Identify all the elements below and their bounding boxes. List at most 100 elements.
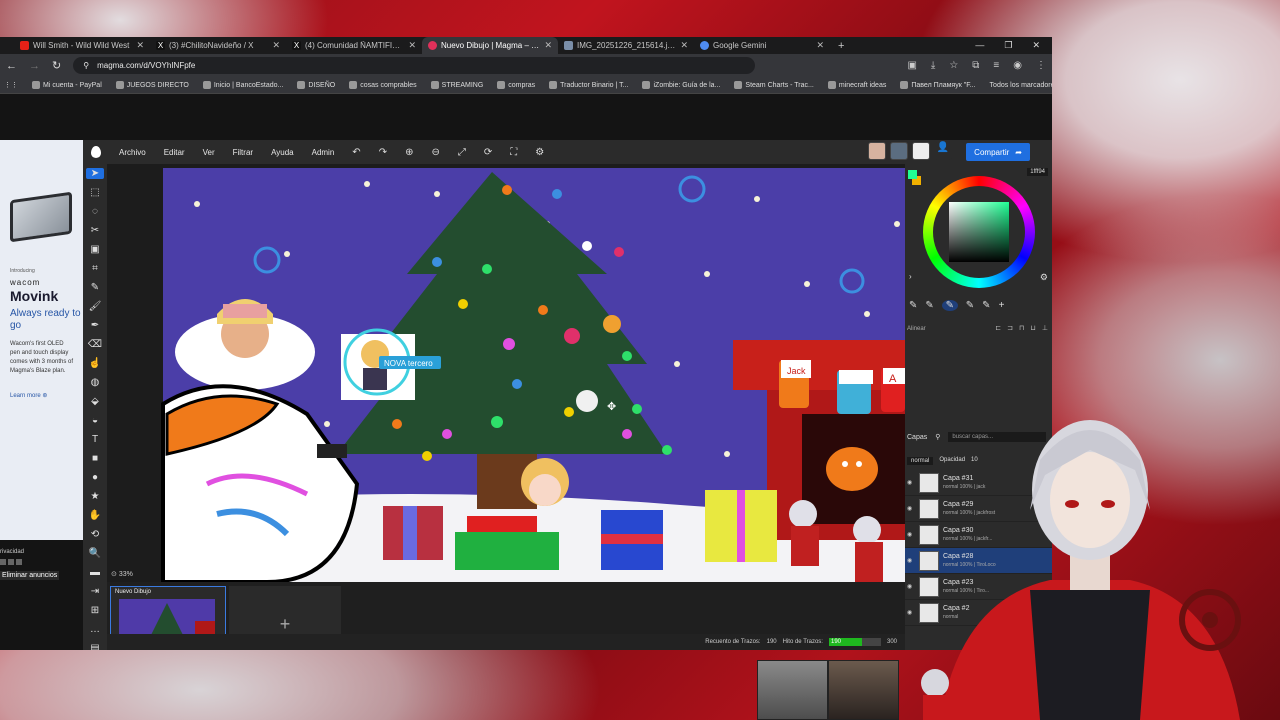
restore-icon[interactable]: ❐: [1004, 40, 1012, 51]
zoom-in-icon[interactable]: ⊕: [405, 147, 413, 158]
bookmark-item[interactable]: Steam Charts - Trac...: [734, 81, 814, 89]
avatar[interactable]: [912, 142, 930, 160]
settings-icon[interactable]: ⚙: [535, 147, 544, 158]
crop-icon[interactable]: ⌗: [92, 263, 98, 274]
bookmark-item[interactable]: Traductor Binario | T...: [549, 81, 628, 89]
align-center-icon[interactable]: ⊐: [1007, 324, 1013, 332]
close-tab-icon[interactable]: ✕: [136, 40, 144, 51]
menu-ver[interactable]: Ver: [203, 148, 215, 157]
undo-icon[interactable]: ↶: [352, 147, 360, 158]
menu-admin[interactable]: Admin: [312, 148, 335, 157]
pencil-icon[interactable]: ✎: [91, 282, 99, 293]
user-icon[interactable]: 👤: [934, 142, 952, 160]
pen-icon[interactable]: ✒: [91, 320, 99, 331]
align-bottom-icon[interactable]: ⊥: [1042, 324, 1048, 332]
select-rect-icon[interactable]: ⬚: [90, 187, 99, 198]
privacy-link[interactable]: rivacidad: [0, 549, 24, 555]
bookmark-item[interactable]: iZombie: Guía de la...: [642, 81, 720, 89]
redo-icon[interactable]: ↷: [379, 147, 387, 158]
brush-preset-icon[interactable]: ✎: [941, 300, 958, 311]
add-brush-icon[interactable]: +: [999, 300, 1005, 311]
close-tab-icon[interactable]: ✕: [408, 40, 416, 51]
circle-icon[interactable]: ●: [92, 472, 98, 483]
browser-tab-active[interactable]: Nuevo Dibujo | Magma – Multi ✕: [422, 37, 558, 54]
browser-tab[interactable]: IMG_20251226_215614.jpg (40 ✕: [558, 37, 694, 54]
menu-ayuda[interactable]: Ayuda: [271, 148, 294, 157]
bookmark-item[interactable]: cosas comprables: [349, 81, 417, 89]
history-icon[interactable]: ⟲: [91, 529, 99, 540]
align-right-icon[interactable]: ⊓: [1019, 324, 1024, 332]
lasso-icon[interactable]: ✂: [91, 225, 99, 236]
zoom-out-icon[interactable]: ⊖: [431, 147, 439, 158]
smudge-icon[interactable]: ☝: [89, 358, 101, 369]
download-icon[interactable]: ⤓: [931, 60, 935, 71]
canvas-artwork[interactable]: Jack A NOVA tercero ✥: [107, 164, 905, 582]
avatar[interactable]: [890, 142, 908, 160]
close-tab-icon[interactable]: ✕: [272, 40, 280, 51]
drawing-canvas[interactable]: Jack A NOVA tercero ✥ ⊙ 33%: [107, 164, 905, 582]
ad-control-icon[interactable]: [16, 559, 22, 565]
fullscreen-icon[interactable]: ⛶: [510, 147, 517, 158]
align-top-icon[interactable]: ⊔: [1030, 324, 1035, 332]
panel-icon[interactable]: ▤: [90, 643, 99, 650]
ad-control-icon[interactable]: [0, 559, 6, 565]
back-icon[interactable]: ←: [6, 60, 17, 72]
zoom-tool-icon[interactable]: 🔍: [89, 548, 101, 559]
bookmark-item[interactable]: STREAMING: [430, 81, 483, 89]
fit-icon[interactable]: ⤢: [458, 147, 466, 158]
remove-ads-button[interactable]: Eliminar anuncios: [0, 571, 60, 580]
bookmark-item[interactable]: minecraft ideas: [827, 81, 886, 89]
eraser-icon[interactable]: ⌫: [88, 339, 102, 350]
brush-preset-icon[interactable]: ✎: [982, 300, 990, 311]
move-tool-icon[interactable]: ➤: [86, 168, 104, 179]
add-frame-icon[interactable]: ⊞: [91, 605, 99, 616]
expand-chevron-icon[interactable]: ›: [909, 272, 912, 281]
color-settings-icon[interactable]: ⚙: [1040, 272, 1048, 283]
ad-learn-more-link[interactable]: Learn more ⊛: [10, 392, 83, 399]
close-tab-icon[interactable]: ✕: [680, 40, 688, 51]
browser-tab[interactable]: Will Smith - Wild Wild West ✕: [14, 37, 150, 54]
brush-preset-icon[interactable]: ✎: [966, 300, 974, 311]
extensions-icon[interactable]: ⧉: [972, 60, 979, 71]
brush-preset-icon[interactable]: ✎: [925, 300, 933, 311]
transform-icon[interactable]: ▣: [90, 244, 99, 255]
star-icon[interactable]: ★: [91, 491, 100, 502]
zoom-indicator[interactable]: ⊙ 33%: [111, 570, 133, 578]
color-hex-field[interactable]: 1fff94: [1027, 168, 1048, 176]
close-window-icon[interactable]: ✕: [1032, 40, 1040, 51]
forward-icon[interactable]: →: [29, 60, 40, 72]
hand-icon[interactable]: ✋: [89, 510, 101, 521]
address-bar[interactable]: ⚲ magma.com/d/VOYhINFpfe: [73, 57, 756, 74]
menu-archivo[interactable]: Archivo: [119, 148, 146, 157]
brush-preset-icon[interactable]: ✎: [909, 300, 917, 311]
media-icon[interactable]: ≡: [993, 60, 999, 71]
bookmark-item[interactable]: DISEÑO: [297, 81, 335, 89]
bookmark-item[interactable]: Inicio | BancoEstado...: [202, 81, 283, 89]
minimize-icon[interactable]: —: [975, 40, 984, 51]
bookmark-star-icon[interactable]: ☆: [949, 60, 958, 71]
more-icon[interactable]: …: [90, 624, 100, 635]
share-button[interactable]: Compartir ➦: [966, 143, 1030, 161]
close-tab-icon[interactable]: ✕: [816, 40, 824, 51]
site-info-icon[interactable]: ⚲: [83, 61, 89, 70]
bookmark-item[interactable]: JUEGOS DIRECTO: [115, 81, 189, 89]
browser-tab[interactable]: Google Gemini ✕: [694, 37, 830, 54]
reload-icon[interactable]: ↻: [52, 59, 61, 72]
rotate-icon[interactable]: ⟳: [484, 147, 492, 158]
brush-icon[interactable]: 🖌: [89, 301, 102, 312]
bookmark-item[interactable]: compras: [497, 81, 535, 89]
magma-logo-icon[interactable]: [91, 146, 101, 158]
shape-icon[interactable]: ■: [92, 453, 98, 464]
new-tab-icon[interactable]: +: [830, 40, 852, 52]
color-wheel[interactable]: [923, 176, 1035, 288]
profile-icon[interactable]: ◉: [1013, 60, 1022, 71]
menu-icon[interactable]: ⋮: [1036, 60, 1046, 71]
install-icon[interactable]: ▣: [907, 60, 916, 71]
ad-control-icon[interactable]: [8, 559, 14, 565]
bucket-icon[interactable]: ⬙: [91, 396, 99, 407]
avatar[interactable]: [868, 142, 886, 160]
ad-banner[interactable]: Introducing wacom Movink Always ready to…: [0, 140, 83, 540]
chat-icon[interactable]: ▬: [90, 567, 100, 578]
export-icon[interactable]: ⇥: [91, 586, 99, 597]
all-bookmarks-folder[interactable]: Todos los marcadores: [990, 82, 1052, 89]
